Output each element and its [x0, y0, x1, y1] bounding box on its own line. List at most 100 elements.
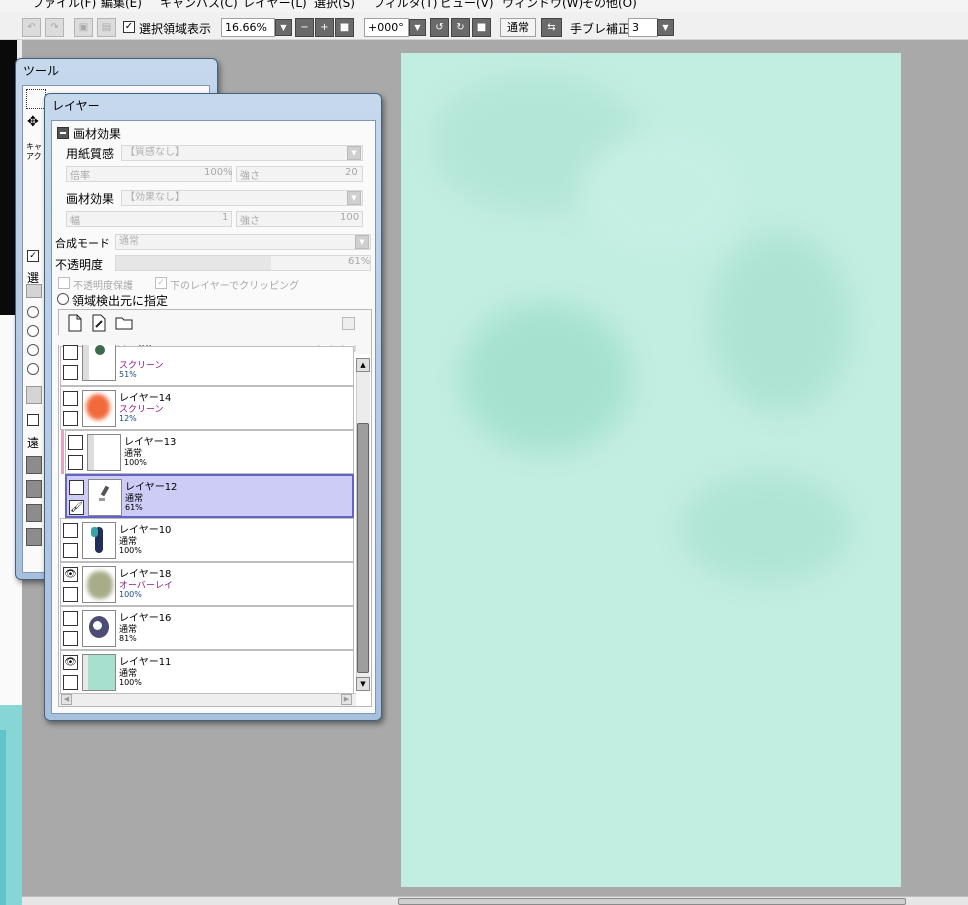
collapse-toggle[interactable]	[57, 127, 69, 139]
rotation-reset-button[interactable]: ■	[472, 18, 491, 37]
blend-mode-select[interactable]: 通常	[115, 234, 371, 250]
rotation-field[interactable]: +000°	[364, 18, 409, 37]
visibility-toggle[interactable]	[68, 435, 83, 450]
redo-button[interactable]: ↷	[45, 18, 64, 37]
layer-row[interactable]: 👁 レイヤー11 通常 100%	[60, 650, 354, 694]
visibility-toggle[interactable]	[69, 480, 84, 495]
scroll-left-button[interactable]: ◀	[61, 694, 72, 705]
lock-toggle[interactable]	[63, 543, 78, 558]
menu-select[interactable]: 選択(S)	[314, 0, 355, 11]
lock-toggle[interactable]	[63, 675, 78, 690]
menu-filter[interactable]: フィルタ(T)	[373, 0, 437, 11]
visibility-toggle[interactable]	[63, 391, 78, 406]
stabilizer-dropdown[interactable]: ▼	[657, 19, 674, 36]
invert-selection-button[interactable]: ▤	[97, 18, 116, 37]
zoom-reset-button[interactable]: ■	[335, 18, 354, 37]
tool-preset-button[interactable]	[26, 528, 42, 546]
menu-file[interactable]: ファイル(F)	[32, 0, 96, 11]
tool-preset-button[interactable]	[26, 480, 42, 498]
chevron-down-icon[interactable]: ▼	[347, 191, 361, 205]
tool-preset-button[interactable]	[26, 456, 42, 474]
layer-list-clip	[58, 335, 356, 345]
lock-toggle[interactable]	[63, 365, 78, 380]
rotate-right-button[interactable]: ↻	[451, 18, 470, 37]
blend-mode-button[interactable]: 通常	[500, 18, 536, 37]
tool-checkbox-empty[interactable]	[27, 414, 39, 426]
rotate-left-icon: ↺	[435, 22, 444, 33]
menu-layer[interactable]: レイヤー(L)	[243, 0, 307, 11]
layer-row[interactable]: 👁 レイヤー18 オーバーレイ 100%	[60, 562, 354, 606]
layer-row[interactable]: レイヤー14 スクリーン 12%	[60, 386, 354, 430]
opacity-slider[interactable]	[115, 255, 371, 271]
rotation-dropdown[interactable]: ▼	[409, 19, 426, 36]
chevron-down-icon[interactable]: ▼	[347, 146, 361, 160]
tool-radio[interactable]	[27, 306, 39, 318]
visibility-toggle[interactable]	[63, 345, 78, 360]
scroll-up-button[interactable]: ▲	[356, 358, 370, 372]
tool-button[interactable]	[26, 386, 42, 404]
tool-radio[interactable]	[27, 325, 39, 337]
rotate-left-button[interactable]: ↺	[430, 18, 449, 37]
menu-edit[interactable]: 編集(E)	[101, 0, 142, 11]
tool-radio[interactable]	[27, 344, 39, 356]
menu-other[interactable]: その他(O)	[582, 0, 637, 11]
lock-toggle[interactable]	[68, 455, 83, 470]
region-source-radio[interactable]	[57, 293, 69, 305]
layer-row[interactable]: 🖌 レイヤー12 通常 61%	[65, 474, 354, 518]
lock-toggle[interactable]	[63, 631, 78, 646]
canvas[interactable]	[401, 53, 901, 887]
visibility-eye-icon[interactable]: 👁	[63, 655, 78, 670]
paper-texture-label: 用紙質感	[66, 147, 115, 161]
move-tool-icon[interactable]: ✥	[27, 114, 39, 130]
layer-thumbnail	[87, 434, 121, 471]
effect-select[interactable]: 【効果なし】	[121, 190, 363, 206]
scroll-down-button[interactable]: ▼	[356, 677, 370, 691]
clip-checkbox[interactable]: ✓	[155, 277, 167, 289]
stabilizer-field[interactable]: 3	[628, 18, 658, 37]
effect-label: 画材効果	[66, 192, 115, 206]
layer-panel-hscroll[interactable]	[59, 693, 356, 706]
visibility-toggle[interactable]	[63, 523, 78, 538]
effect-width-slider[interactable]	[66, 211, 232, 227]
protect-opacity-checkbox[interactable]	[58, 277, 70, 289]
visibility-eye-icon[interactable]: 👁	[63, 567, 78, 582]
new-layer-icon[interactable]	[67, 314, 83, 332]
tool-preset-button[interactable]	[26, 504, 42, 522]
deselect-button[interactable]: ▣	[74, 18, 93, 37]
paper-texture-select[interactable]: 【質感なし】	[121, 145, 363, 161]
zoom-out-button[interactable]: −	[295, 18, 314, 37]
new-folder-icon[interactable]	[115, 316, 133, 330]
layer-opacity: 61%	[125, 503, 143, 512]
chevron-down-icon: ▼	[662, 23, 669, 32]
menu-window[interactable]: ウィンドウ(W)	[502, 0, 583, 11]
tool-button[interactable]	[26, 284, 42, 298]
brush-icon[interactable]: 🖌	[69, 500, 84, 515]
menu-canvas[interactable]: キャンバス(C)	[160, 0, 238, 11]
new-vector-layer-icon[interactable]	[91, 314, 107, 332]
visibility-toggle[interactable]	[63, 611, 78, 626]
show-selection-checkbox[interactable]: ✓	[123, 21, 135, 33]
lock-toggle[interactable]	[63, 411, 78, 426]
menu-view[interactable]: ビュー(V)	[440, 0, 494, 11]
zoom-in-button[interactable]: +	[315, 18, 334, 37]
layer-list-scroll-thumb[interactable]	[357, 423, 369, 673]
flip-button[interactable]: ⇆	[541, 18, 562, 37]
tool-checkbox[interactable]: ✓	[27, 250, 39, 262]
zoom-field[interactable]: 16.66%	[221, 18, 275, 37]
layer-row[interactable]: スクリーン 51%	[60, 344, 354, 386]
layer-row[interactable]: レイヤー16 通常 81%	[60, 606, 354, 650]
marquee-tool-icon[interactable]	[26, 89, 46, 109]
scroll-right-button[interactable]: ▶	[341, 694, 352, 705]
tool-radio[interactable]	[27, 363, 39, 375]
chevron-down-icon: ▼	[414, 23, 421, 32]
layer-row[interactable]: レイヤー13 通常 100%	[65, 430, 354, 474]
chevron-down-icon[interactable]: ▼	[355, 235, 369, 249]
horizontal-scroll-thumb[interactable]	[398, 898, 906, 905]
lock-toggle[interactable]	[63, 587, 78, 602]
zoom-dropdown[interactable]: ▼	[275, 19, 292, 36]
layer-row[interactable]: レイヤー10 通常 100%	[60, 518, 354, 562]
layer-thumbnail	[82, 566, 116, 603]
panel-menu-button[interactable]	[342, 317, 355, 330]
effect-width-label: 幅	[70, 216, 80, 227]
undo-button[interactable]: ↶	[22, 18, 41, 37]
